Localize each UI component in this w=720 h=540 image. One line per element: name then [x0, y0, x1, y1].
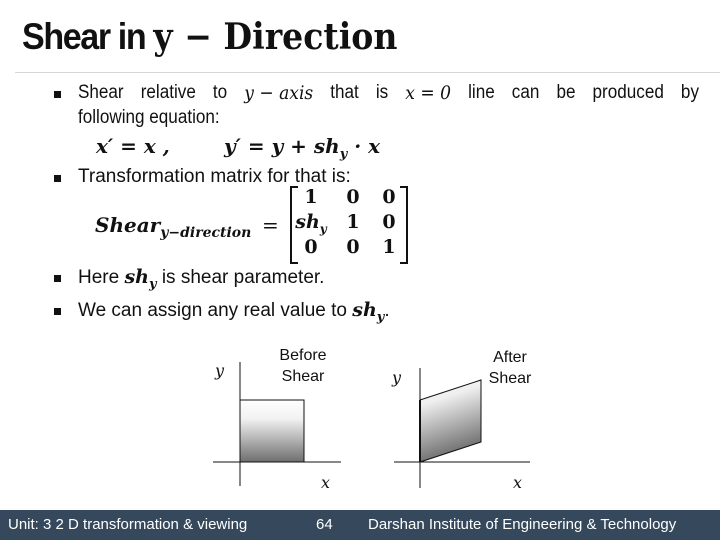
- label-line: Shear: [488, 370, 532, 387]
- square-shape: [239, 399, 305, 463]
- label-line: After: [493, 349, 527, 366]
- after-shear-label: After Shear: [475, 347, 545, 389]
- before-x-axis-label: x: [321, 473, 331, 492]
- slide-footer: Unit: 3 2 D transformation & viewing 64 …: [0, 510, 720, 540]
- after-x-axis-label: x: [513, 473, 523, 492]
- after-y-axis-label: y: [392, 368, 402, 387]
- footer-page-number: 64: [316, 516, 333, 533]
- before-y-axis-label: y: [215, 361, 225, 380]
- label-line: Shear: [281, 368, 325, 385]
- footer-institute: Darshan Institute of Engineering & Techn…: [368, 516, 677, 533]
- shear-diagrams: [213, 362, 530, 488]
- label-line: Before: [279, 347, 327, 364]
- footer-unit: Unit: 3 2 D transformation & viewing: [8, 516, 248, 533]
- before-shear-label: Before Shear: [268, 345, 338, 387]
- parallelogram-shape: [419, 379, 482, 463]
